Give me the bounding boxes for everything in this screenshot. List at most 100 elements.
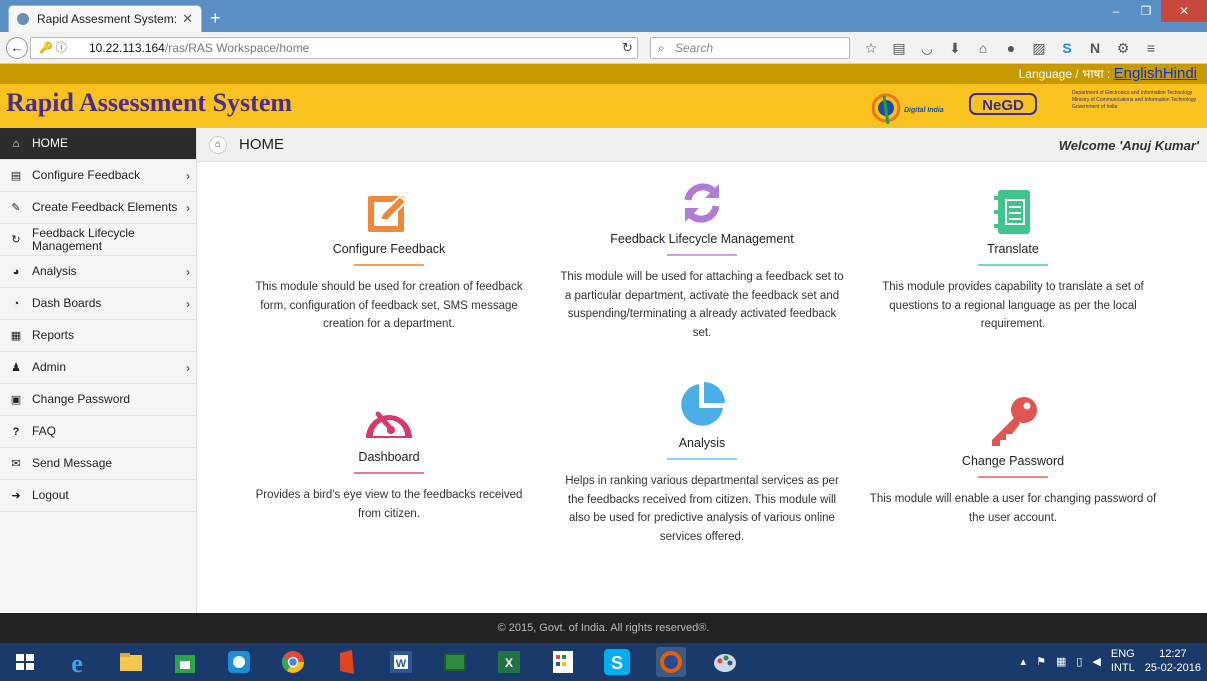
- sidebar-item-home[interactable]: ⌂ HOME: [0, 128, 196, 160]
- input-language[interactable]: ENG INTL: [1111, 647, 1135, 675]
- toolbar-icons: ☆ ▤ ◡ ⬇ ⌂ ● ▨ S N ⚙ ≡: [862, 39, 1160, 57]
- maximize-button[interactable]: ❐: [1131, 0, 1161, 22]
- word-icon[interactable]: W: [386, 647, 416, 677]
- flag-icon[interactable]: ⚑: [1036, 655, 1046, 668]
- module-card-title: Dashboard: [358, 450, 420, 464]
- module-card-underline: [667, 254, 737, 256]
- new-tab-button[interactable]: +: [210, 8, 221, 29]
- close-window-button[interactable]: ✕: [1161, 0, 1207, 22]
- store-icon[interactable]: [170, 647, 200, 677]
- menu-icon[interactable]: ≡: [1142, 39, 1160, 57]
- speaker-icon[interactable]: ◀: [1092, 655, 1100, 668]
- reading-list-icon[interactable]: ▤: [890, 39, 908, 57]
- office-icon[interactable]: [332, 647, 362, 677]
- skype-icon[interactable]: S: [1058, 39, 1076, 57]
- windows-start-icon[interactable]: [10, 647, 40, 677]
- sidebar-item-analysis[interactable]: ◕ Analysis ›: [0, 256, 196, 288]
- search-placeholder: Search: [675, 41, 714, 55]
- site-header: Rapid Assessment System Digital India Ne…: [0, 84, 1207, 128]
- excel-icon[interactable]: X: [494, 647, 524, 677]
- notebook-icon: [994, 190, 1030, 234]
- module-card-translate[interactable]: Translate This module provides capabilit…: [868, 188, 1158, 334]
- module-card-underline: [354, 472, 424, 474]
- deity-line-2: Ministry of Communications and Informati…: [1072, 97, 1197, 103]
- download-icon[interactable]: ⬇: [946, 39, 964, 57]
- module-card-underline: [667, 458, 737, 460]
- search-icon: ⌕: [658, 41, 665, 55]
- module-card-title: Feedback Lifecycle Management: [610, 232, 794, 246]
- key-icon: [992, 397, 1037, 446]
- browser-tab-bar: Rapid Assesment System: ... ✕ + – ❐ ✕: [0, 0, 1207, 32]
- paint-icon[interactable]: [710, 647, 740, 677]
- module-card-dashboard[interactable]: Dashboard Provides a bird's eye view to …: [244, 400, 534, 523]
- refresh-icon: [684, 183, 720, 223]
- tray-expand-icon[interactable]: ▴: [1021, 655, 1027, 668]
- module-card-configure-feedback[interactable]: Configure Feedback This module should be…: [244, 190, 534, 334]
- sidebar-item-logout[interactable]: ➜ Logout: [0, 480, 196, 512]
- dashboard-icon: ◔: [12, 297, 20, 310]
- main-content: ⌂ HOME Welcome 'Anuj Kumar' Configure Fe…: [197, 128, 1207, 613]
- sidebar-item-label: Send Message: [32, 456, 113, 470]
- svg-text:X: X: [505, 656, 513, 670]
- module-card-feedback-lifecycle[interactable]: Feedback Lifecycle Management This modul…: [557, 180, 847, 342]
- minimize-button[interactable]: –: [1101, 0, 1131, 22]
- pie-chart-icon: [681, 382, 725, 426]
- firefox-icon[interactable]: [656, 647, 686, 677]
- chrome-icon[interactable]: [278, 647, 308, 677]
- sidebar-item-send-message[interactable]: ✉ Send Message: [0, 448, 196, 480]
- network-icon[interactable]: ▦: [1056, 655, 1066, 668]
- system-clock[interactable]: 12:27 25-02-2016: [1145, 647, 1201, 675]
- module-card-change-password[interactable]: Change Password This module will enable …: [868, 394, 1158, 527]
- chevron-right-icon: ›: [186, 296, 190, 311]
- sidebar-item-label: Configure Feedback: [32, 168, 141, 182]
- sidebar-item-create-feedback-elements[interactable]: ✎ Create Feedback Elements ›: [0, 192, 196, 224]
- module-card-title: Change Password: [961, 454, 1065, 468]
- svg-text:e: e: [71, 649, 83, 677]
- sidebar-item-admin[interactable]: ♟ Admin ›: [0, 352, 196, 384]
- skype-icon[interactable]: S: [602, 647, 632, 677]
- reload-icon[interactable]: ↻: [622, 37, 633, 59]
- battery-icon[interactable]: ▯: [1076, 655, 1082, 668]
- browser-tab[interactable]: Rapid Assesment System: ... ✕: [8, 5, 202, 32]
- calculator-icon[interactable]: [548, 647, 578, 677]
- addon-icon[interactable]: ⚙: [1114, 39, 1132, 57]
- negd-text: NeGD: [982, 97, 1024, 114]
- sidebar-item-reports[interactable]: ▦ Reports: [0, 320, 196, 352]
- site-title: Rapid Assessment System: [6, 88, 293, 117]
- pocket-icon[interactable]: ◡: [918, 39, 936, 57]
- address-bar[interactable]: 🔑 ⓘ 10.22.113.164/ras/RAS Workspace/home: [30, 37, 638, 59]
- module-card-underline: [978, 476, 1048, 478]
- sidebar-item-dash-boards[interactable]: ◔ Dash Boards ›: [0, 288, 196, 320]
- window-controls: – ❐ ✕: [1101, 0, 1207, 24]
- language-hindi-link[interactable]: Hindi: [1163, 65, 1197, 82]
- file-explorer-icon[interactable]: [116, 647, 146, 677]
- language-english-link[interactable]: English: [1114, 65, 1163, 82]
- module-card-description: This module provides capability to trans…: [882, 281, 1144, 330]
- chat-icon[interactable]: ●: [1002, 39, 1020, 57]
- terminal-icon[interactable]: [440, 647, 470, 677]
- sidebar-item-change-password[interactable]: ▣ Change Password: [0, 384, 196, 416]
- sidebar-item-configure-feedback[interactable]: ▤ Configure Feedback ›: [0, 160, 196, 192]
- module-card-analysis[interactable]: Analysis Helps in ranking various depart…: [557, 380, 847, 546]
- sidebar-item-faq[interactable]: ? FAQ: [0, 416, 196, 448]
- back-button[interactable]: ←: [6, 37, 28, 59]
- url-path: /ras/RAS Workspace/home: [164, 41, 310, 55]
- search-input[interactable]: ⌕ Search: [650, 37, 850, 59]
- internet-explorer-icon[interactable]: e: [62, 647, 92, 677]
- sidebar-item-feedback-lifecycle[interactable]: ↻ Feedback Lifecycle Management: [0, 224, 196, 256]
- digital-india-text: Digital India: [904, 107, 944, 114]
- tab-title: Rapid Assesment System: ...: [37, 12, 177, 26]
- extension-icon[interactable]: N: [1086, 39, 1104, 57]
- clock-time: 12:27: [1159, 648, 1187, 660]
- refresh-icon: ↻: [11, 234, 21, 246]
- site-info-icon[interactable]: 🔑 ⓘ: [39, 38, 67, 58]
- app-icon[interactable]: [224, 647, 254, 677]
- page-title: HOME: [239, 136, 284, 153]
- screenshot-icon[interactable]: ▨: [1030, 39, 1048, 57]
- bookmark-star-icon[interactable]: ☆: [862, 39, 880, 57]
- home-icon[interactable]: ⌂: [974, 39, 992, 57]
- input-language-code: ENG: [1110, 648, 1135, 660]
- module-card-underline: [978, 264, 1048, 266]
- home-icon[interactable]: ⌂: [209, 136, 227, 154]
- tab-close-button[interactable]: ✕: [182, 11, 193, 27]
